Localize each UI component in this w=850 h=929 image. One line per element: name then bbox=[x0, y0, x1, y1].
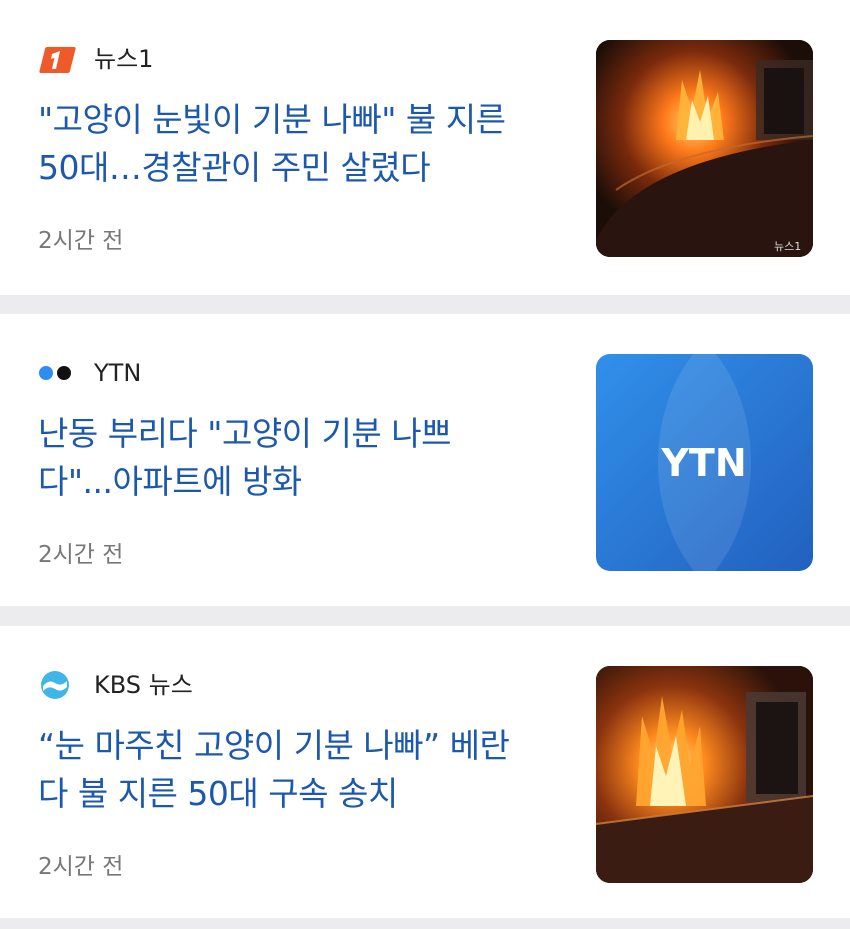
headline-line: “눈 마주친 고양이 기분 나빠” 베란 bbox=[38, 726, 510, 765]
thumb-watermark: 뉴스1 bbox=[774, 240, 801, 253]
headline-line: 50대…경찰관이 주민 살렸다 bbox=[38, 148, 431, 187]
source-name[interactable]: KBS 뉴스 bbox=[94, 668, 193, 702]
source-row: YTN bbox=[38, 356, 141, 390]
ytn-dots-icon bbox=[38, 357, 78, 389]
headline-line: "고양이 눈빛이 기분 나빠" 불 지른 bbox=[38, 100, 506, 139]
news-card-1[interactable]: 뉴스1 "고양이 눈빛이 기분 나빠" 불 지른 50대…경찰관이 주민 살렸다… bbox=[0, 0, 850, 295]
ytn-thumb-text: YTN bbox=[660, 441, 746, 485]
headline-line: 난동 부리다 "고양이 기분 나쁘 bbox=[38, 414, 451, 453]
timestamp: 2시간 전 bbox=[38, 854, 124, 880]
ytn-logo-thumbnail[interactable]: YTN bbox=[596, 354, 813, 571]
source-row: KBS 뉴스 bbox=[38, 668, 193, 702]
timestamp: 2시간 전 bbox=[38, 542, 124, 568]
headline-link[interactable]: "고양이 눈빛이 기분 나빠" 불 지른 50대…경찰관이 주민 살렸다 bbox=[38, 96, 558, 192]
fire-photo-thumbnail[interactable]: 뉴스1 bbox=[596, 40, 813, 257]
headline-link[interactable]: “눈 마주친 고양이 기분 나빠” 베란 다 불 지른 50대 구속 송치 bbox=[38, 722, 558, 818]
headline-link[interactable]: 난동 부리다 "고양이 기분 나쁘 다"...아파트에 방화 bbox=[38, 410, 558, 506]
source-name[interactable]: 뉴스1 bbox=[94, 42, 153, 76]
news-card-2[interactable]: YTN 난동 부리다 "고양이 기분 나쁘 다"...아파트에 방화 2시간 전… bbox=[0, 314, 850, 606]
headline-line: 다"...아파트에 방화 bbox=[38, 462, 302, 501]
kbs-logo-icon bbox=[38, 669, 78, 701]
news1-logo-icon bbox=[38, 43, 78, 75]
source-row: 뉴스1 bbox=[38, 42, 153, 76]
source-name[interactable]: YTN bbox=[94, 356, 141, 390]
fire-photo-thumbnail[interactable] bbox=[596, 666, 813, 883]
headline-line: 다 불 지른 50대 구속 송치 bbox=[38, 774, 398, 813]
news-card-3[interactable]: KBS 뉴스 “눈 마주친 고양이 기분 나빠” 베란 다 불 지른 50대 구… bbox=[0, 626, 850, 918]
timestamp: 2시간 전 bbox=[38, 228, 124, 254]
